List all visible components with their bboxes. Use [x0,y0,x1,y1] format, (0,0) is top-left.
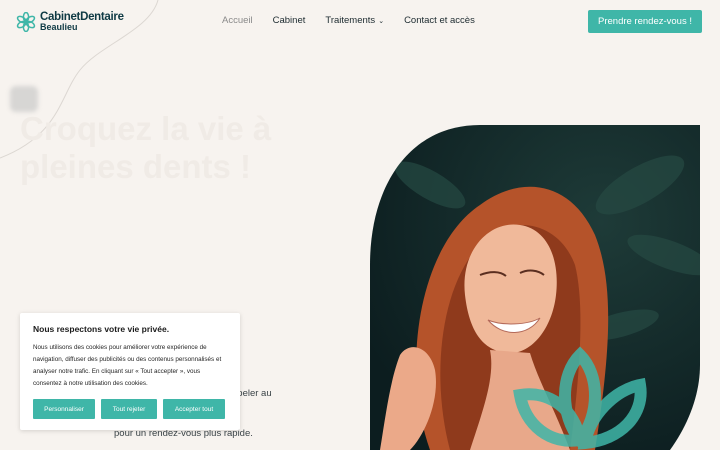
brand-name: CabinetDentaire [40,11,124,23]
nav-item-cabinet[interactable]: Cabinet [273,15,306,26]
cookie-consent-banner: Nous respectons votre vie privée. Nous u… [20,313,240,430]
cookie-actions: Personnaliser Tout rejeter Accepter tout [33,399,225,419]
flower-icon [16,12,36,32]
cookie-body-text: Nous utilisons des cookies pour améliore… [33,344,222,387]
site-header: CabinetDentaire Beaulieu Accueil Cabinet… [0,0,720,44]
hero-photo-illustration [370,125,700,450]
accept-all-button[interactable]: Accepter tout [163,399,225,419]
nav-item-contact[interactable]: Contact et accès [404,15,475,26]
chevron-down-icon: ⌄ [378,18,385,25]
main-nav: Accueil Cabinet Traitements ⌄ Contact et … [222,15,475,26]
brand-location: Beaulieu [40,22,78,32]
brand-logo[interactable]: CabinetDentaire Beaulieu [16,11,124,32]
hero-photo [370,125,700,450]
hero-title: Croquez la vie à pleines dents ! [20,110,272,185]
nav-item-traitements-label: Traitements [325,15,376,26]
cookie-title: Nous respectons votre vie privée. [33,324,170,334]
book-appointment-button[interactable]: Prendre rendez-vous ! [588,10,702,33]
customize-cookies-button[interactable]: Personnaliser [33,399,95,419]
nav-item-accueil[interactable]: Accueil [222,15,253,26]
blurred-placeholder [10,86,38,112]
nav-item-traitements[interactable]: Traitements ⌄ [325,15,384,26]
reject-all-button[interactable]: Tout rejeter [101,399,157,419]
